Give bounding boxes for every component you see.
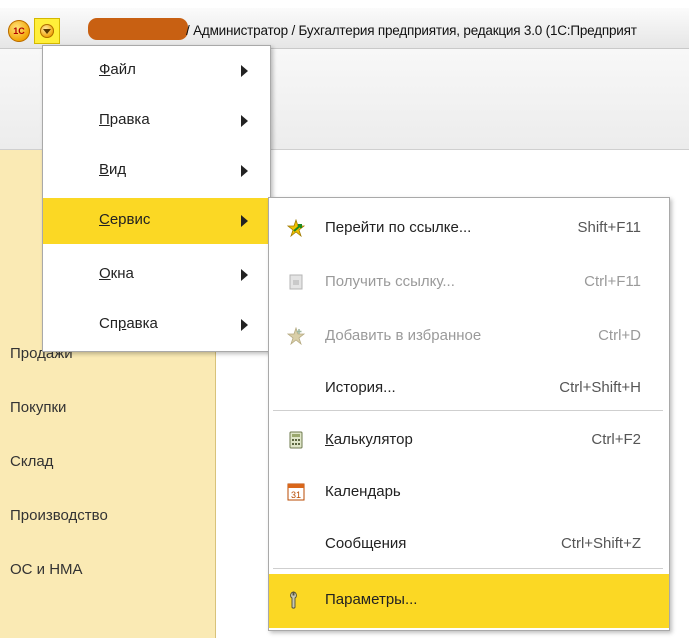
menu-item-add-favorite[interactable]: Добавить в избранное Ctrl+D xyxy=(269,310,669,364)
section-production[interactable]: Производство xyxy=(10,507,108,524)
chevron-right-icon xyxy=(241,115,248,127)
main-menu-dropdown: Файл Правка Вид Сервис Окна Справка xyxy=(42,45,271,352)
menu-item-view[interactable]: Вид xyxy=(43,148,270,194)
menu-item-edit[interactable]: Правка xyxy=(43,98,270,144)
redacted-infobase-name xyxy=(88,18,188,40)
link-doc-icon xyxy=(289,274,303,290)
menu-item-calendar[interactable]: 31 Календарь xyxy=(269,466,669,520)
star-plus-icon xyxy=(287,327,305,345)
chevron-right-icon xyxy=(241,165,248,177)
calculator-icon xyxy=(289,431,303,449)
menu-item-file[interactable]: Файл xyxy=(43,48,270,94)
menu-separator xyxy=(273,568,663,569)
menu-item-messages[interactable]: Сообщения Ctrl+Shift+Z xyxy=(269,518,669,572)
menu-separator xyxy=(273,410,663,411)
chevron-right-icon xyxy=(241,215,248,227)
section-warehouse[interactable]: Склад xyxy=(10,453,53,470)
main-menu-button[interactable] xyxy=(34,18,60,44)
chevron-right-icon xyxy=(241,319,248,331)
menu-item-history[interactable]: История... Ctrl+Shift+H xyxy=(269,362,669,416)
menu-item-windows[interactable]: Окна xyxy=(43,252,270,298)
menu-item-calculator[interactable]: Калькулятор Ctrl+F2 xyxy=(269,414,669,468)
menu-item-get-link[interactable]: Получить ссылку... Ctrl+F11 xyxy=(269,256,669,310)
chevron-right-icon xyxy=(241,269,248,281)
window-titlebar: 1С / Администратор / Бухгалтерия предпри… xyxy=(0,8,689,49)
menu-item-go-to-link[interactable]: Перейти по ссылке... Shift+F11 xyxy=(269,202,669,256)
calendar-icon: 31 xyxy=(287,483,305,501)
section-fixed-assets[interactable]: ОС и НМА xyxy=(10,561,83,578)
window-title: / Администратор / Бухгалтерия предприяти… xyxy=(186,23,637,38)
service-submenu: Перейти по ссылке... Shift+F11 Получить … xyxy=(268,197,670,631)
chevron-down-icon xyxy=(40,24,54,38)
wrench-icon xyxy=(290,591,297,609)
star-arrow-icon xyxy=(287,219,305,237)
1c-logo-icon: 1С xyxy=(8,20,30,42)
menu-item-service[interactable]: Сервис xyxy=(43,198,270,244)
section-purchases[interactable]: Покупки xyxy=(10,399,66,416)
menu-item-help[interactable]: Справка xyxy=(43,302,270,348)
chevron-right-icon xyxy=(241,65,248,77)
svg-text:31: 31 xyxy=(291,490,301,500)
menu-item-parameters[interactable]: Параметры... xyxy=(269,574,669,628)
